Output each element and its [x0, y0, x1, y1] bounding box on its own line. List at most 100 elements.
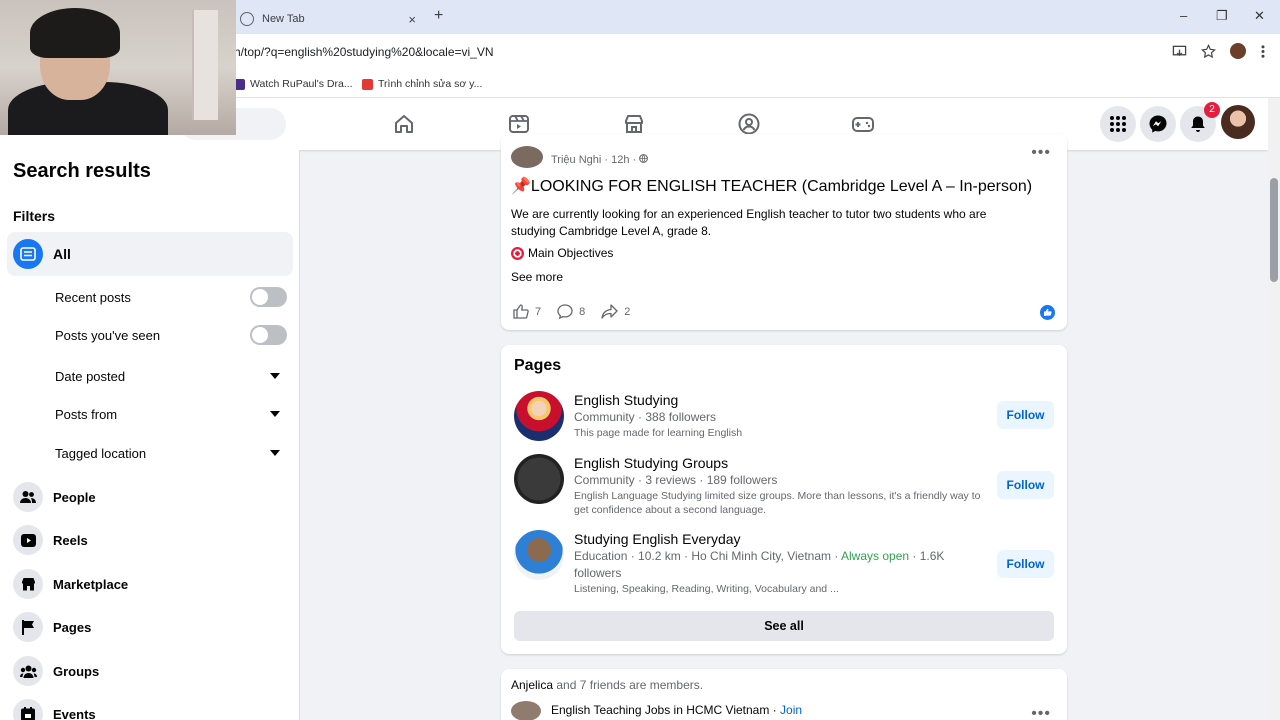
filter-label: Tagged location	[55, 445, 147, 461]
video-icon[interactable]	[507, 112, 531, 136]
sidebar-item-people[interactable]: People	[13, 482, 293, 512]
home-icon[interactable]	[392, 112, 416, 136]
post-objectives: Main Objectives	[511, 246, 613, 260]
sidebar-item-label: People	[53, 489, 96, 505]
group-name[interactable]: English Teaching Jobs in HCMC Vietnam	[551, 703, 769, 717]
chrome-icon	[240, 12, 254, 26]
posts-seen-toggle[interactable]	[250, 325, 287, 345]
browser-menu-icon[interactable]	[1260, 44, 1266, 59]
scrollbar-thumb[interactable]	[1270, 178, 1278, 282]
bell-icon	[1191, 116, 1205, 132]
like-reaction-icon	[1040, 305, 1055, 320]
bookmark-item[interactable]: Watch RuPaul's Dra...	[234, 78, 353, 90]
sidebar-item-label: Marketplace	[53, 576, 129, 592]
messenger-icon	[1149, 115, 1167, 133]
new-tab-button[interactable]: +	[434, 7, 443, 25]
page-result[interactable]: Studying English Everyday Education · 10…	[514, 530, 1054, 600]
pages-results: Pages English Studying Community · 388 f…	[501, 345, 1067, 654]
page-avatar[interactable]	[514, 454, 564, 504]
page-avatar[interactable]	[514, 530, 564, 580]
tab-close-icon[interactable]: ×	[408, 12, 416, 27]
comment-icon	[557, 304, 573, 319]
share-button[interactable]: 2	[601, 304, 630, 319]
page-meta-text: Education · 10.2 km · Ho Chi Minh City, …	[574, 549, 841, 563]
notifications-button[interactable]: 2	[1180, 102, 1220, 142]
filter-all-label: All	[53, 246, 71, 262]
post-author-avatar[interactable]	[511, 146, 543, 168]
reels-icon	[13, 525, 43, 555]
page-meta: Community · 3 reviews · 189 followers	[574, 473, 778, 487]
tab-title: New Tab	[262, 13, 305, 25]
group-avatar[interactable]	[511, 701, 541, 720]
filter-date-posted[interactable]: Date posted	[55, 364, 287, 388]
sidebar-item-events[interactable]: Events	[13, 699, 293, 720]
sidebar-item-pages[interactable]: Pages	[13, 612, 293, 642]
page-name[interactable]: English Studying Groups	[574, 454, 984, 472]
filter-all[interactable]: All	[7, 232, 293, 276]
see-more-link[interactable]: See more	[511, 270, 563, 284]
follow-button[interactable]: Follow	[997, 550, 1054, 578]
page-name[interactable]: English Studying	[574, 391, 984, 409]
page-result[interactable]: English Studying Community · 388 followe…	[514, 391, 1054, 441]
browser-profile-avatar[interactable]	[1230, 43, 1246, 59]
recent-posts-toggle[interactable]	[250, 287, 287, 307]
restore-button[interactable]: ❐	[1216, 8, 1228, 24]
grid-menu-icon	[1110, 116, 1126, 132]
shop-icon	[13, 569, 43, 599]
thumbs-up-icon	[513, 304, 529, 319]
chevron-down-icon	[270, 450, 280, 456]
post-author-text: Triệu Nghi · 12h ·	[551, 154, 640, 166]
filter-tagged-location[interactable]: Tagged location	[55, 441, 287, 465]
page-description: English Language Studying limited size g…	[574, 490, 981, 516]
page-avatar[interactable]	[514, 391, 564, 441]
filter-recent-posts[interactable]: Recent posts	[55, 285, 287, 309]
sidebar-item-groups[interactable]: Groups	[13, 656, 293, 686]
install-app-icon[interactable]	[1172, 44, 1187, 59]
group-name-line: English Teaching Jobs in HCMC Vietnam · …	[551, 703, 802, 717]
bookmark-item[interactable]: Trình chỉnh sửa sơ y...	[362, 78, 482, 90]
like-count: 7	[535, 305, 542, 318]
account-avatar[interactable]	[1221, 105, 1255, 139]
page-description: This page made for learning English	[574, 427, 743, 439]
sidebar-item-marketplace[interactable]: Marketplace	[13, 569, 293, 599]
page-description: Listening, Speaking, Reading, Writing, V…	[574, 583, 839, 595]
target-icon	[511, 246, 524, 260]
chevron-down-icon	[270, 411, 280, 417]
close-window-button[interactable]: ✕	[1254, 8, 1265, 24]
see-all-button[interactable]: See all	[514, 611, 1054, 641]
groups-icon[interactable]	[737, 112, 761, 136]
filters-heading: Filters	[13, 208, 56, 224]
like-button[interactable]: 7	[513, 304, 541, 319]
page-title: Search results	[13, 160, 151, 182]
group-result: Anjelica and 7 friends are members. Engl…	[501, 669, 1067, 720]
join-link[interactable]: Join	[780, 703, 802, 717]
group-more-options-icon[interactable]: •••	[1031, 705, 1051, 720]
people-icon	[13, 482, 43, 512]
page-name[interactable]: Studying English Everyday	[574, 530, 984, 548]
sidebar-item-label: Groups	[53, 663, 100, 679]
follow-button[interactable]: Follow	[997, 471, 1054, 499]
filter-posts-from[interactable]: Posts from	[55, 402, 287, 426]
calendar-icon	[13, 699, 43, 720]
search-sidebar: Search results Filters All Recent posts …	[0, 150, 300, 720]
page-scrollbar[interactable]	[1268, 98, 1280, 720]
browser-tab[interactable]: New Tab ×	[232, 4, 424, 34]
filter-label: Recent posts	[55, 289, 131, 305]
flag-icon	[13, 612, 43, 642]
follow-button[interactable]: Follow	[997, 401, 1054, 429]
messenger-button[interactable]	[1140, 106, 1176, 142]
marketplace-icon[interactable]	[622, 112, 646, 136]
gaming-icon[interactable]	[851, 112, 875, 136]
sidebar-item-reels[interactable]: Reels	[13, 525, 293, 555]
filter-posts-seen[interactable]: Posts you've seen	[55, 323, 287, 347]
member-text: and 7 friends are members.	[553, 678, 704, 692]
minimize-button[interactable]: –	[1180, 8, 1187, 23]
globe-icon	[639, 154, 649, 163]
post-more-options-icon[interactable]: •••	[1031, 144, 1051, 162]
bookmark-star-icon[interactable]	[1201, 43, 1216, 59]
url-field[interactable]: h/top/?q=english%20studying%20&locale=vi…	[234, 45, 494, 59]
comment-button[interactable]: 8	[557, 304, 585, 319]
member-name[interactable]: Anjelica	[511, 678, 553, 692]
menu-button[interactable]	[1100, 106, 1136, 142]
page-result[interactable]: English Studying Groups Community · 3 re…	[514, 454, 1054, 520]
